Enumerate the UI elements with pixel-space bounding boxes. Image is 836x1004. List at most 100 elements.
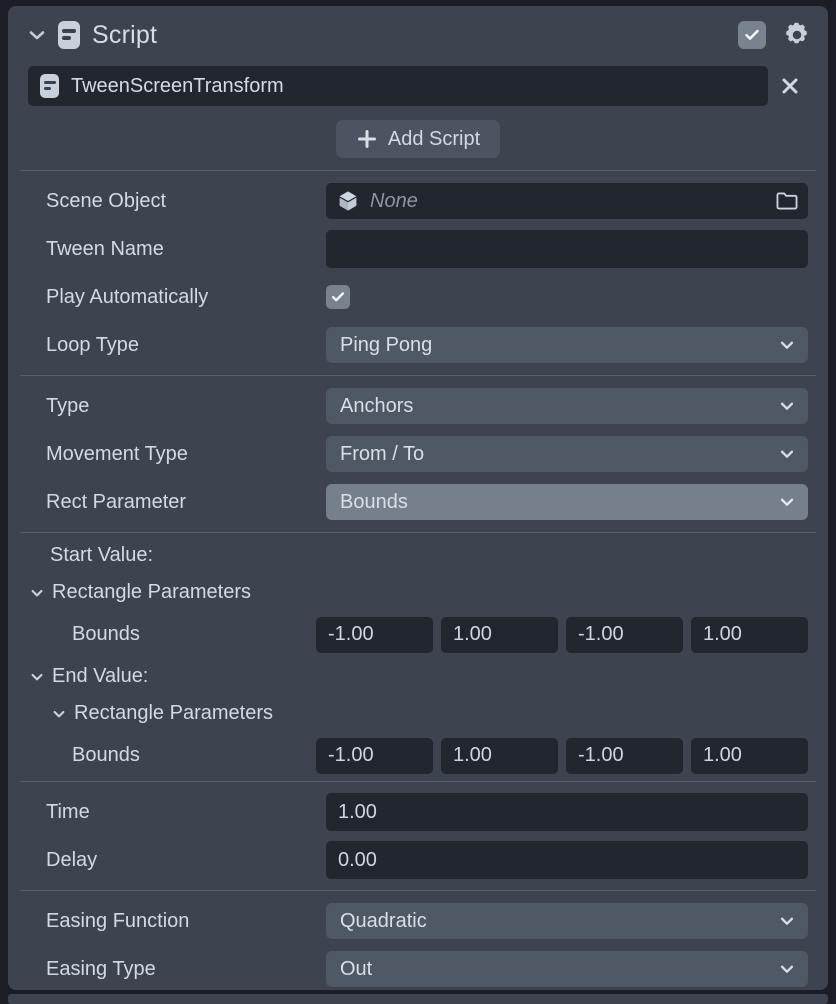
scene-object-value: None bbox=[370, 190, 418, 213]
check-icon bbox=[743, 26, 761, 44]
time-input[interactable]: 1.00 bbox=[326, 793, 808, 831]
type-properties-group: Type Anchors Movement Type bbox=[8, 376, 828, 532]
start-bounds-x-input[interactable]: -1.00 bbox=[316, 617, 433, 653]
start-value-label: Start Value: bbox=[50, 544, 153, 567]
start-bounds-x-value: -1.00 bbox=[328, 623, 374, 646]
plus-icon bbox=[356, 128, 378, 150]
end-bounds-x-value: -1.00 bbox=[328, 744, 374, 767]
gear-icon[interactable] bbox=[782, 20, 812, 50]
type-row: Type Anchors bbox=[8, 382, 828, 430]
component-header: Script bbox=[8, 6, 828, 64]
end-bounds-w-value: 1.00 bbox=[703, 744, 742, 767]
page-title: Script bbox=[92, 21, 157, 50]
type-dropdown[interactable]: Anchors bbox=[326, 388, 808, 424]
easing-function-row: Easing Function Quadratic bbox=[8, 897, 828, 945]
end-value-row[interactable]: End Value: bbox=[8, 658, 828, 695]
movement-type-label: Movement Type bbox=[46, 443, 326, 466]
end-bounds-fields: -1.00 1.00 -1.00 1.00 bbox=[316, 738, 808, 774]
time-label: Time bbox=[46, 801, 326, 824]
rect-parameter-dropdown[interactable]: Bounds bbox=[326, 484, 808, 520]
chevron-down-icon bbox=[778, 445, 796, 463]
end-bounds-y-input[interactable]: 1.00 bbox=[441, 738, 558, 774]
chevron-down-icon[interactable] bbox=[28, 668, 46, 686]
end-bounds-x-input[interactable]: -1.00 bbox=[316, 738, 433, 774]
start-bounds-row: Bounds -1.00 1.00 -1.00 1.00 bbox=[8, 611, 828, 658]
start-bounds-y-input[interactable]: 1.00 bbox=[441, 617, 558, 653]
add-script-row: Add Script bbox=[8, 108, 828, 158]
easing-type-row: Easing Type Out bbox=[8, 945, 828, 990]
easing-group: Easing Function Quadratic Easing Type bbox=[8, 891, 828, 990]
loop-type-value: Ping Pong bbox=[340, 334, 432, 357]
easing-type-value: Out bbox=[340, 958, 372, 981]
chevron-down-icon bbox=[778, 336, 796, 354]
cube-icon bbox=[336, 189, 360, 213]
rect-parameter-label: Rect Parameter bbox=[46, 491, 326, 514]
scene-object-field[interactable]: None bbox=[326, 183, 808, 219]
play-automatically-checkbox[interactable] bbox=[326, 285, 350, 309]
next-panel-edge bbox=[8, 994, 828, 1004]
start-rectangle-parameters-row[interactable]: Rectangle Parameters bbox=[8, 574, 828, 611]
script-asset-name: TweenScreenTransform bbox=[71, 75, 284, 98]
start-bounds-label: Bounds bbox=[72, 623, 140, 646]
close-icon[interactable] bbox=[768, 66, 812, 106]
play-automatically-label: Play Automatically bbox=[46, 286, 326, 309]
delay-input[interactable]: 0.00 bbox=[326, 841, 808, 879]
play-automatically-row: Play Automatically bbox=[8, 273, 828, 321]
end-bounds-z-input[interactable]: -1.00 bbox=[566, 738, 683, 774]
rect-parameter-row: Rect Parameter Bounds bbox=[8, 478, 828, 526]
easing-function-dropdown[interactable]: Quadratic bbox=[326, 903, 808, 939]
script-asset-field[interactable]: TweenScreenTransform bbox=[28, 66, 768, 106]
basic-properties-group: Scene Object None bbox=[8, 171, 828, 375]
component-enabled-checkbox[interactable] bbox=[738, 21, 766, 49]
delay-label: Delay bbox=[46, 849, 326, 872]
easing-function-value: Quadratic bbox=[340, 910, 427, 933]
start-bounds-w-value: 1.00 bbox=[703, 623, 742, 646]
type-value: Anchors bbox=[340, 395, 413, 418]
loop-type-dropdown[interactable]: Ping Pong bbox=[326, 327, 808, 363]
start-bounds-fields: -1.00 1.00 -1.00 1.00 bbox=[316, 617, 808, 653]
start-bounds-y-value: 1.00 bbox=[453, 623, 492, 646]
chevron-down-icon bbox=[778, 912, 796, 930]
type-label: Type bbox=[46, 395, 326, 418]
timing-group: Time 1.00 Delay 0.00 bbox=[8, 782, 828, 890]
start-bounds-z-input[interactable]: -1.00 bbox=[566, 617, 683, 653]
chevron-down-icon[interactable] bbox=[28, 584, 46, 602]
check-icon bbox=[330, 289, 346, 305]
chevron-down-icon[interactable] bbox=[50, 705, 68, 723]
movement-type-row: Movement Type From / To bbox=[8, 430, 828, 478]
easing-type-dropdown[interactable]: Out bbox=[326, 951, 808, 987]
script-component-panel: Script TweenScreenTransform bbox=[8, 6, 828, 990]
end-bounds-row: Bounds -1.00 1.00 -1.00 1.00 bbox=[8, 732, 828, 779]
end-bounds-y-value: 1.00 bbox=[453, 744, 492, 767]
chevron-down-icon bbox=[778, 397, 796, 415]
end-value-label: End Value: bbox=[52, 665, 148, 688]
easing-function-label: Easing Function bbox=[46, 910, 326, 933]
start-bounds-w-input[interactable]: 1.00 bbox=[691, 617, 808, 653]
movement-type-dropdown[interactable]: From / To bbox=[326, 436, 808, 472]
end-rectangle-parameters-row[interactable]: Rectangle Parameters bbox=[8, 695, 828, 732]
script-icon bbox=[40, 74, 59, 98]
scene-object-row: Scene Object None bbox=[8, 177, 828, 225]
tween-name-label: Tween Name bbox=[46, 238, 326, 261]
chevron-down-icon bbox=[778, 960, 796, 978]
add-script-button[interactable]: Add Script bbox=[336, 120, 500, 158]
script-slot-row: TweenScreenTransform bbox=[8, 64, 828, 108]
values-group: Start Value: Rectangle Parameters Bounds… bbox=[8, 533, 828, 781]
rect-parameter-value: Bounds bbox=[340, 491, 408, 514]
time-row: Time 1.00 bbox=[8, 788, 828, 836]
start-rectangle-parameters-label: Rectangle Parameters bbox=[52, 581, 251, 604]
end-bounds-w-input[interactable]: 1.00 bbox=[691, 738, 808, 774]
loop-type-label: Loop Type bbox=[46, 334, 326, 357]
easing-type-label: Easing Type bbox=[46, 958, 326, 981]
loop-type-row: Loop Type Ping Pong bbox=[8, 321, 828, 369]
folder-icon[interactable] bbox=[774, 188, 800, 214]
movement-type-value: From / To bbox=[340, 443, 424, 466]
chevron-down-icon[interactable] bbox=[26, 24, 48, 46]
chevron-down-icon bbox=[778, 493, 796, 511]
end-rectangle-parameters-label: Rectangle Parameters bbox=[74, 702, 273, 725]
delay-row: Delay 0.00 bbox=[8, 836, 828, 884]
tween-name-input[interactable] bbox=[326, 230, 808, 268]
inspector-panel-root: Script TweenScreenTransform bbox=[0, 0, 836, 1004]
end-bounds-label: Bounds bbox=[72, 744, 140, 767]
delay-value: 0.00 bbox=[338, 849, 377, 872]
